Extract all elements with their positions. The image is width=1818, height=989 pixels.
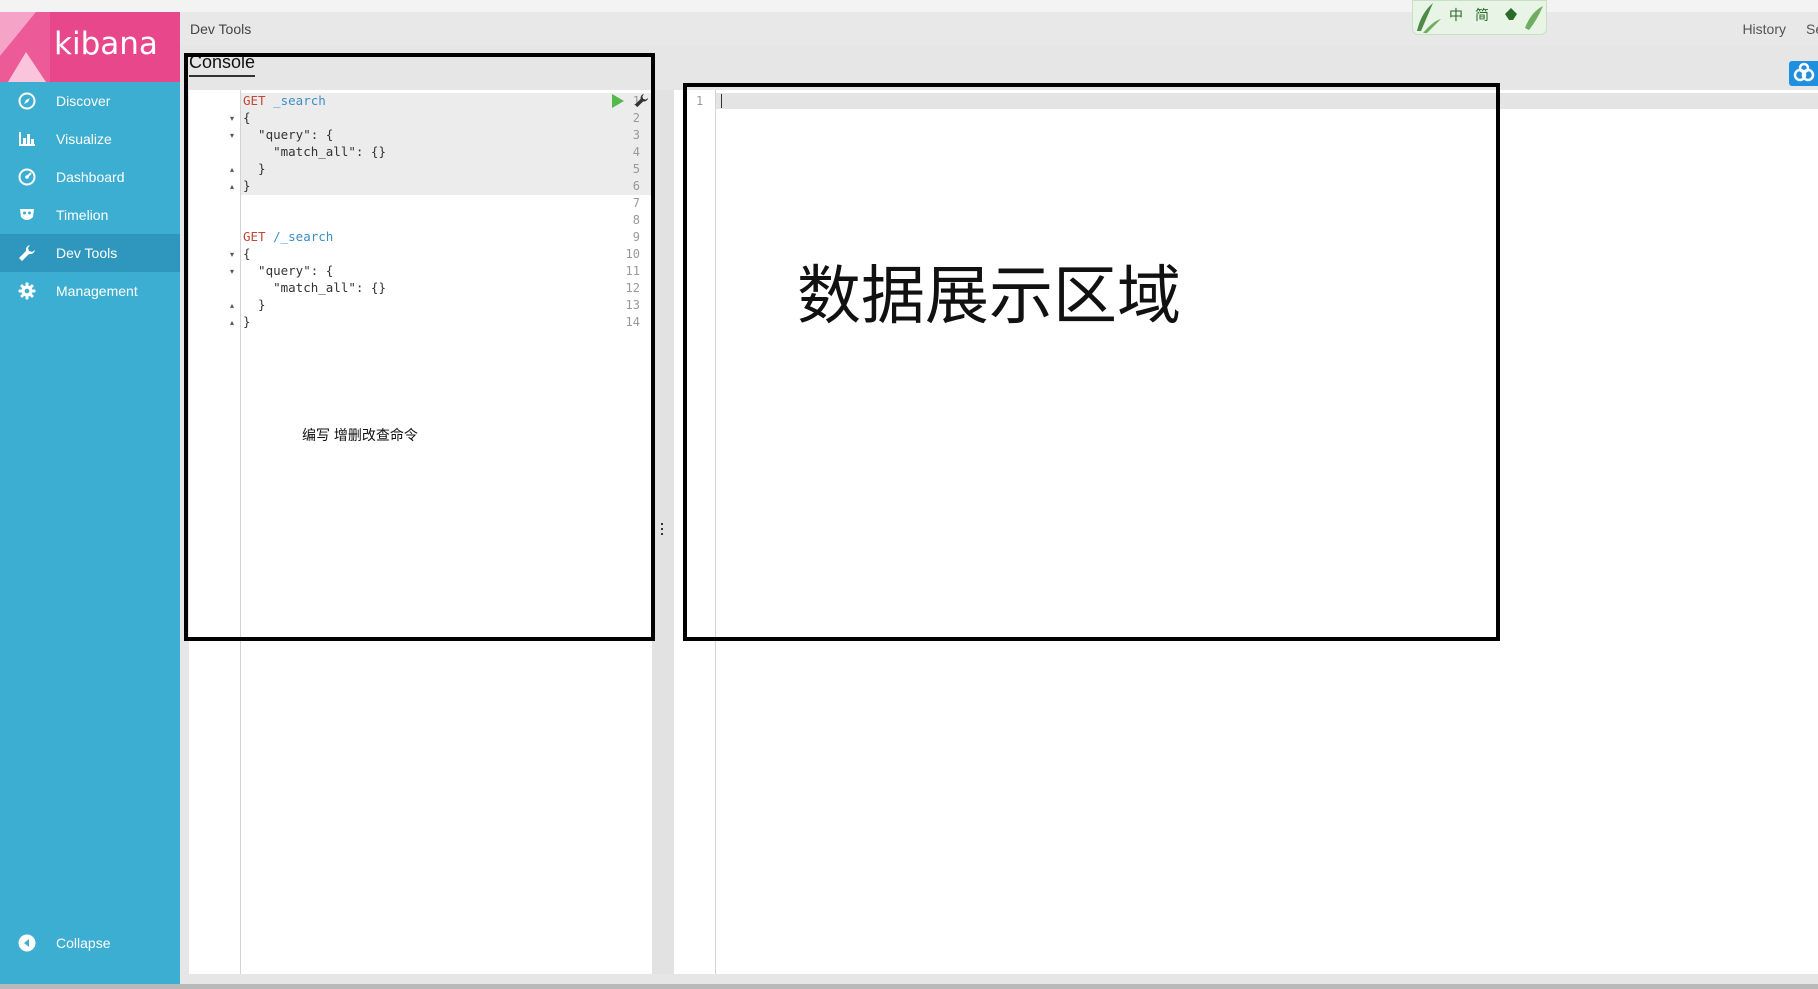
gear-icon — [17, 281, 37, 301]
history-link[interactable]: History — [1742, 21, 1786, 37]
link-share-button[interactable] — [1789, 61, 1818, 86]
pane-resize-handle[interactable] — [652, 90, 674, 974]
wrench-icon — [17, 243, 37, 263]
collapse-button[interactable]: Collapse — [0, 928, 180, 958]
sidebar-nav: Discover Visualize Dashboard Timelion De… — [0, 82, 180, 310]
sidebar: kibana Discover Visualize Dashboard Time… — [0, 12, 180, 984]
bar-chart-icon — [17, 129, 37, 149]
sidebar-item-discover[interactable]: Discover — [0, 82, 180, 120]
ime-language-badge[interactable]: 中 简 — [1412, 0, 1547, 35]
editor-annotation-box — [184, 53, 655, 641]
breadcrumb[interactable]: Dev Tools — [190, 21, 251, 37]
sidebar-item-label: Visualize — [56, 131, 112, 147]
output-annotation-box — [683, 83, 1500, 641]
sidebar-item-timelion[interactable]: Timelion — [0, 196, 180, 234]
sidebar-item-dev-tools[interactable]: Dev Tools — [0, 234, 180, 272]
link-icon — [1793, 62, 1815, 82]
sidebar-item-visualize[interactable]: Visualize — [0, 120, 180, 158]
sidebar-item-label: Timelion — [56, 207, 109, 223]
ime-char-simplified: 简 — [1475, 8, 1489, 24]
kibana-logo[interactable]: kibana — [0, 12, 180, 82]
collapse-arrow-icon — [17, 933, 37, 953]
ime-char-chinese: 中 — [1449, 8, 1463, 24]
sidebar-item-label: Dev Tools — [56, 245, 118, 261]
settings-link[interactable]: Se — [1806, 21, 1818, 37]
sidebar-item-label: Management — [56, 283, 138, 299]
collapse-label: Collapse — [56, 935, 111, 951]
sidebar-item-dashboard[interactable]: Dashboard — [0, 158, 180, 196]
sidebar-item-management[interactable]: Management — [0, 272, 180, 310]
leaf-decoration-icon — [1417, 3, 1441, 33]
sidebar-item-label: Dashboard — [56, 169, 125, 185]
kibana-logo-text: kibana — [54, 26, 158, 62]
os-taskbar-strip — [0, 984, 1818, 989]
compass-icon — [17, 91, 37, 111]
timelion-mask-icon — [17, 205, 37, 225]
drag-handle-icon — [661, 523, 664, 539]
ime-tools-icon — [1505, 6, 1543, 30]
sidebar-item-label: Discover — [56, 93, 111, 109]
dashboard-icon — [17, 167, 37, 187]
top-bar: Dev Tools History Se — [180, 12, 1818, 46]
